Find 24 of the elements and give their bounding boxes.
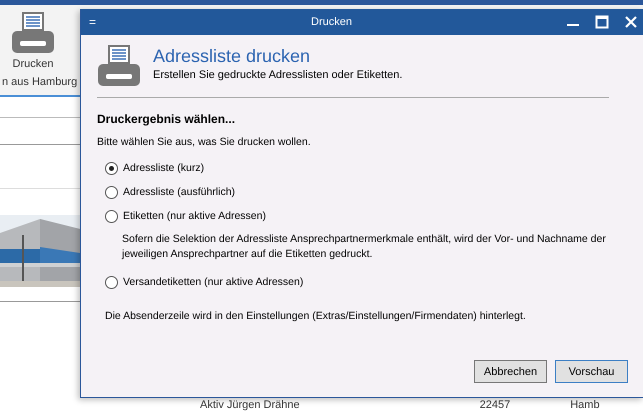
radio-option[interactable]: Adressliste (kurz) [105,156,204,180]
section-title: Druckergebnis wählen... [97,112,236,126]
radio-option[interactable]: Adressliste (ausführlich) [105,180,236,204]
table-cell: 22457 [480,399,510,412]
table-cell: Hamb [570,399,600,412]
printer-icon [11,12,55,54]
dialog-heading: Adressliste drucken [153,45,312,67]
print-button[interactable]: Drucken [0,5,61,70]
maximize-icon[interactable] [595,15,609,29]
printer-icon [97,45,141,87]
window-title: Drucken [311,16,352,28]
close-icon[interactable] [624,15,638,29]
preview-button[interactable]: Vorschau [555,360,628,383]
option-note: Sofern die Selektion der Adressliste Ansprechpartnermerkmale enthält, wird der Vor- und Nachname der jeweiligen Ansprechpartner auf die Etiketten gedruckt. [120,232,607,262]
radio-option[interactable]: Etiketten (nur aktive Adressen) [105,204,266,228]
radio-option[interactable]: Versandetiketten (nur aktive Adressen) [105,270,304,294]
system-menu-button[interactable]: = [89,15,96,29]
dialog-subheading: Erstellen Sie gedruckte Adresslisten oder Etiketten. [153,68,402,83]
footer-note: Die Absenderzeile wird in den Einstellungen (Extras/Einstellungen/Firmendaten) hinterlegt. [104,310,527,322]
table-cell: Aktiv [200,399,224,412]
group-label: n aus Hamburg [1,76,78,88]
cancel-button[interactable]: Abbrechen [474,360,547,383]
instruction-text: Bitte wählen Sie aus, was Sie drucken wollen. [97,136,312,148]
table-cell: Jürgen Drähne [226,399,300,412]
